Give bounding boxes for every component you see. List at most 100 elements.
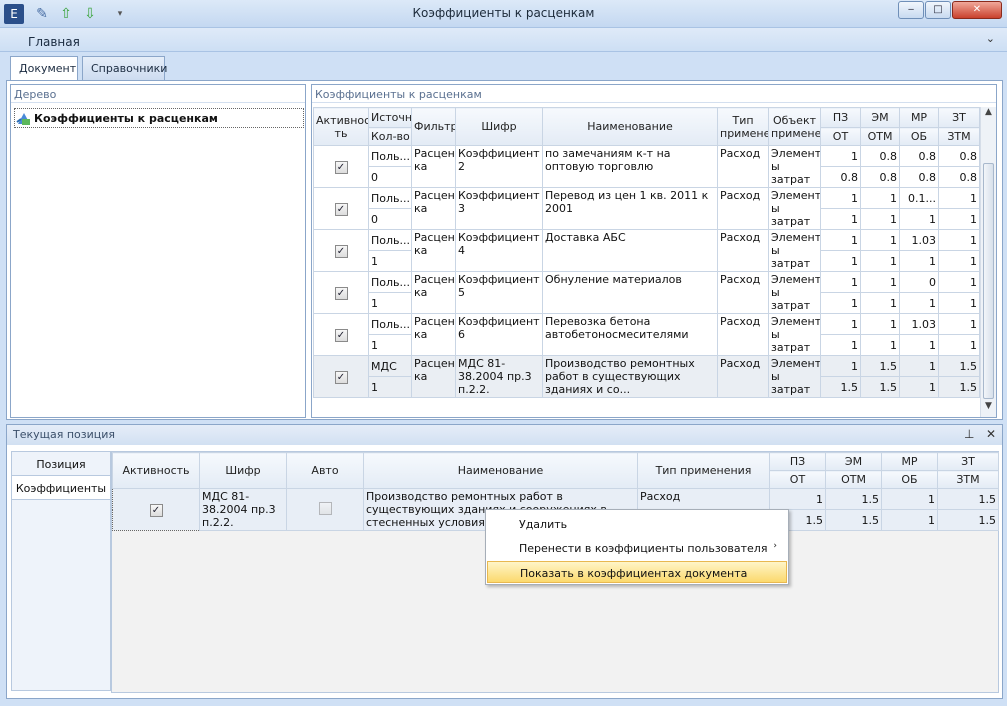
table-row[interactable]: ✓ Поль... Расцен ка Коэффициент 3 Перевод из… (313, 187, 980, 230)
close-button[interactable]: ✕ (952, 1, 1002, 19)
ribbon-tab-main[interactable]: Главная (28, 35, 80, 49)
cell-ot: 1 (820, 292, 861, 314)
auto-checkbox[interactable] (318, 501, 332, 515)
col-em[interactable]: ЭМ (860, 107, 900, 128)
col-code[interactable]: Шифр (455, 107, 543, 146)
tab-position[interactable]: Позиция (12, 452, 110, 476)
tab-coefficients[interactable]: Коэффициенты (12, 476, 110, 500)
pin-icon[interactable]: ⊥ (964, 427, 974, 441)
col-object[interactable]: Объект примене (768, 107, 821, 146)
bcol-otm[interactable]: ОТМ (825, 470, 882, 489)
bcol-auto[interactable]: Авто (286, 452, 364, 489)
bcol-em[interactable]: ЭМ (825, 452, 882, 471)
bcol-ob[interactable]: ОБ (881, 470, 938, 489)
cell-filter: Расцен ка (411, 145, 456, 188)
col-type[interactable]: Тип примене (717, 107, 769, 146)
cell-type: Расход (717, 145, 769, 188)
scroll-down-icon[interactable]: ▼ (981, 401, 996, 417)
table-row[interactable]: ✓ Поль... Расцен ка Коэффициент 2 по замечан… (313, 145, 980, 188)
cell-filter: Расцен ка (411, 229, 456, 272)
bcol-pz[interactable]: ПЗ (769, 452, 826, 471)
col-ztm[interactable]: ЗТМ (938, 127, 980, 146)
bcol-name[interactable]: Наименование (363, 452, 638, 489)
bcell-zt[interactable]: 1.5 (937, 488, 999, 510)
bcol-code[interactable]: Шифр (199, 452, 287, 489)
cell-name: Производство ремонтных работ в существую… (542, 355, 718, 398)
col-qty[interactable]: Кол-во (368, 127, 412, 146)
tree-node-icon (16, 113, 30, 125)
current-table-row[interactable]: ✓ МДС 81-38.2004 пр.3 п.2.2. Производств… (112, 488, 999, 531)
menu-item-delete[interactable]: Удалить (487, 513, 787, 535)
col-mr[interactable]: МР (899, 107, 939, 128)
active-checkbox[interactable]: ✓ (149, 503, 163, 517)
cell-otm: 0.8 (860, 166, 900, 188)
table-row[interactable]: ✓ Поль... Расцен ка Коэффициент 6 Перевозка … (313, 313, 980, 356)
bcell-otm[interactable]: 1.5 (825, 509, 882, 531)
panel-close-icon[interactable]: ✕ (986, 427, 996, 441)
bcol-ztm[interactable]: ЗТМ (937, 470, 999, 489)
tree-node-coefficients[interactable]: Коэффициенты к расценкам (14, 108, 304, 128)
bcell-pz[interactable]: 1 (769, 488, 826, 510)
col-otm[interactable]: ОТМ (860, 127, 900, 146)
tree-panel-header: Дерево (11, 85, 305, 103)
bcol-zt[interactable]: ЗТ (937, 452, 999, 471)
active-checkbox[interactable]: ✓ (334, 160, 348, 174)
active-checkbox[interactable]: ✓ (334, 328, 348, 342)
bcol-mr[interactable]: МР (881, 452, 938, 471)
active-checkbox[interactable]: ✓ (334, 202, 348, 216)
cell-active[interactable]: ✓ (313, 271, 369, 314)
cell-code: МДС 81-38.2004 пр.3 п.2.2. (455, 355, 543, 398)
col-name[interactable]: Наименование (542, 107, 718, 146)
bcell-mr[interactable]: 1 (881, 488, 938, 510)
active-checkbox[interactable]: ✓ (334, 244, 348, 258)
cell-source: Поль... (368, 271, 412, 293)
cell-em: 0.8 (860, 145, 900, 167)
maximize-button[interactable]: □ (925, 1, 951, 19)
cell-code: Коэффициент 6 (455, 313, 543, 356)
cell-active[interactable]: ✓ (313, 145, 369, 188)
bcell-active[interactable]: ✓ (112, 488, 200, 531)
col-source[interactable]: Источни (368, 107, 412, 128)
tab-references[interactable]: Справочники (82, 56, 167, 80)
cell-active[interactable]: ✓ (313, 313, 369, 356)
col-filter[interactable]: Фильтр (411, 107, 456, 146)
cell-ztm: 1 (938, 334, 980, 356)
scroll-thumb[interactable] (983, 163, 994, 399)
cell-ztm: 1 (938, 292, 980, 314)
cell-ob: 1 (899, 208, 939, 230)
table-row[interactable]: ✓ МДС Расцен ка МДС 81-38.2004 пр.3 п.2.2. П… (313, 355, 980, 398)
active-checkbox[interactable]: ✓ (334, 286, 348, 300)
col-zt[interactable]: ЗТ (938, 107, 980, 128)
col-pz[interactable]: ПЗ (820, 107, 861, 128)
col-ot[interactable]: ОТ (820, 127, 861, 146)
menu-item-show-in-document-coefficients[interactable]: Показать в коэффициентах документа (487, 561, 787, 583)
bcell-ob[interactable]: 1 (881, 509, 938, 531)
table-row[interactable]: ✓ Поль... Расцен ка Коэффициент 5 Обнуление … (313, 271, 980, 314)
col-active[interactable]: Активнос ть (313, 107, 369, 146)
bcell-ztm[interactable]: 1.5 (937, 509, 999, 531)
cell-ztm: 1 (938, 250, 980, 272)
col-ob[interactable]: ОБ (899, 127, 939, 146)
tab-document[interactable]: Документ (10, 56, 78, 81)
cell-active[interactable]: ✓ (313, 229, 369, 272)
coefficients-panel: Коэффициенты к расценкам Активнос ть Ист… (311, 84, 997, 418)
cell-active[interactable]: ✓ (313, 355, 369, 398)
bcol-type[interactable]: Тип применения (637, 452, 770, 489)
minimize-button[interactable]: ‒ (898, 1, 924, 19)
bcol-active[interactable]: Активность (112, 452, 200, 489)
cell-active[interactable]: ✓ (313, 187, 369, 230)
bcell-auto[interactable] (286, 488, 364, 531)
cell-ot: 0.8 (820, 166, 861, 188)
bcol-ot[interactable]: ОТ (769, 470, 826, 489)
document-content: Дерево Коэффициенты к расценкам Коэффици… (6, 80, 1003, 420)
chevron-down-icon[interactable]: ⌄ (986, 32, 995, 45)
cell-mr: 1.03 (899, 229, 939, 251)
coefficients-scrollbar[interactable]: ▲ ▼ (980, 107, 996, 417)
bcell-em[interactable]: 1.5 (825, 488, 882, 510)
scroll-up-icon[interactable]: ▲ (981, 107, 996, 123)
table-row[interactable]: ✓ Поль... Расцен ка Коэффициент 4 Доставка А… (313, 229, 980, 272)
active-checkbox[interactable]: ✓ (334, 370, 348, 384)
cell-filter: Расцен ка (411, 271, 456, 314)
context-menu: Удалить Перенести в коэффициенты пользов… (485, 509, 789, 585)
menu-item-move-to-user-coefficients[interactable]: Перенести в коэффициенты пользователя › (487, 537, 787, 559)
